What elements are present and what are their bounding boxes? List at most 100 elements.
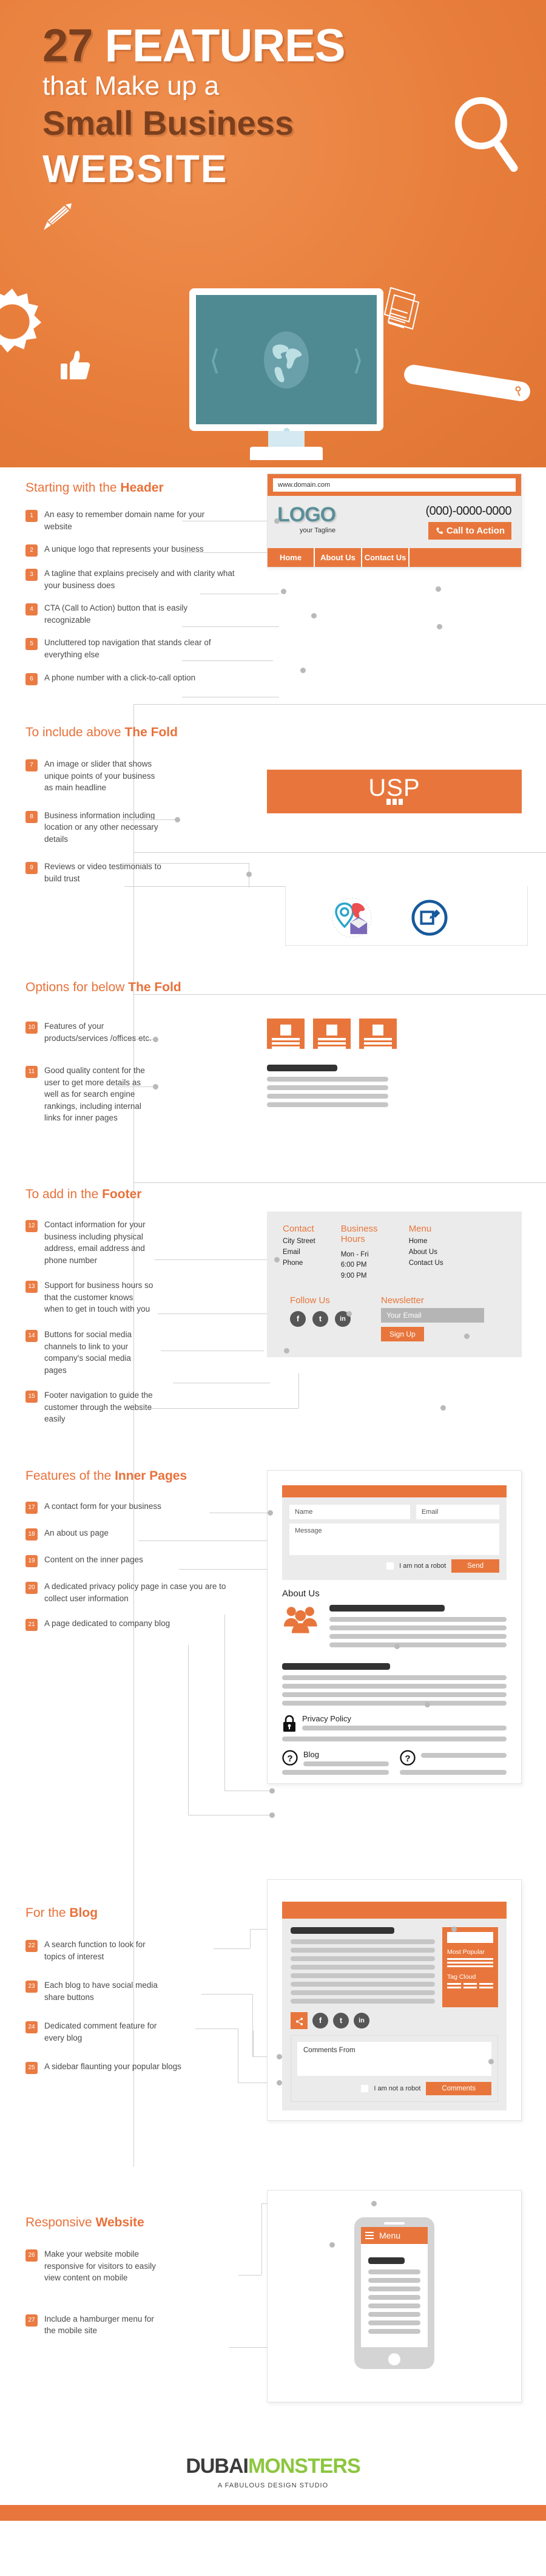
contact-message-textarea[interactable]: Message	[289, 1524, 499, 1555]
feature-number: 6	[25, 673, 38, 685]
footer-hours-days: Mon - Fri	[340, 1250, 369, 1258]
hamburger-menu-icon[interactable]	[365, 2230, 374, 2241]
feature-number: 27	[25, 2314, 38, 2327]
feature-text: Dedicated comment feature for every blog	[44, 2021, 157, 2042]
chevron-left-icon: ⟨	[209, 344, 220, 376]
feature-item: 26 Make your website mobile responsive fo…	[25, 2248, 244, 2284]
contact-name-input[interactable]: Name	[289, 1505, 410, 1519]
blog-search-input[interactable]	[447, 1932, 493, 1943]
feature-text: A tagline that explains precisely and wi…	[44, 569, 235, 590]
hero-number: 27	[42, 20, 93, 72]
feature-number: 19	[25, 1555, 38, 1567]
trust-icons-panel	[285, 886, 528, 946]
robot-checkbox[interactable]	[386, 1562, 394, 1570]
feature-item: 18 An about us page	[25, 1527, 244, 1541]
facebook-icon[interactable]: f	[312, 2013, 328, 2029]
feature-item: 27 Include a hamburger menu for the mobil…	[25, 2313, 244, 2337]
brand-logo: DUBAIMONSTERS	[0, 2455, 546, 2478]
site-logo: LOGO	[277, 503, 336, 526]
twitter-icon[interactable]: t	[333, 2013, 349, 2029]
feature-text: Uncluttered top navigation that stands c…	[44, 638, 211, 659]
nav-item-contact[interactable]: Contact Us	[362, 548, 410, 567]
linkedin-icon[interactable]: in	[354, 2013, 369, 2029]
footer-link-about[interactable]: About Us	[409, 1247, 443, 1258]
feature-item: 21 A page dedicated to company blog	[25, 1618, 244, 1632]
people-icon	[283, 1607, 317, 1633]
footer-link-contact[interactable]: Contact Us	[409, 1258, 443, 1269]
footer-contact-heading: Contact	[283, 1224, 314, 1234]
mock-responsive-panel: Menu	[267, 2190, 522, 2402]
feature-number: 20	[25, 1582, 38, 1594]
feature-number: 10	[25, 1022, 38, 1034]
privacy-policy-label: Privacy Policy	[302, 1714, 351, 1723]
robot-checkbox[interactable]	[361, 2085, 369, 2092]
newsletter-email-input[interactable]: Your Email	[381, 1307, 484, 1323]
call-to-action-button[interactable]: Call to Action	[428, 522, 511, 540]
feature-text: An image or slider that shows unique poi…	[44, 759, 155, 793]
feature-item: 4 CTA (Call to Action) button that is eas…	[25, 602, 244, 626]
feature-item: 14 Buttons for social media channels to l…	[25, 1329, 244, 1376]
feature-number: 23	[25, 1981, 38, 1993]
mobile-menu-bar[interactable]: Menu	[361, 2227, 428, 2244]
feature-cards-mock	[267, 1019, 534, 1049]
phone-icon	[436, 527, 443, 534]
gear-icon	[0, 282, 52, 361]
section-heading-above-fold: To include above The Fold	[25, 725, 178, 739]
section-heading-below-fold: Options for below The Fold	[25, 980, 181, 994]
footer-link-home[interactable]: Home	[409, 1236, 443, 1247]
slider-dots[interactable]	[267, 797, 522, 808]
question-mark-icon: ?	[282, 1750, 298, 1766]
feature-item: 22 A search function to look for topics o…	[25, 1939, 244, 1962]
footer-newsletter-heading: Newsletter	[381, 1295, 424, 1306]
facebook-icon[interactable]: f	[290, 1310, 306, 1327]
feature-number: 22	[25, 1940, 38, 1952]
feature-text: Contact information for your business in…	[44, 1220, 146, 1265]
most-popular-heading: Most Popular	[447, 1948, 485, 1956]
feature-item: 2 A unique logo that represents your busi…	[25, 543, 244, 557]
newsletter-signup-button[interactable]: Sign Up	[381, 1326, 424, 1341]
footer-hours-heading: Business Hours	[340, 1224, 378, 1245]
about-us-heading: About Us	[282, 1588, 320, 1599]
thumbs-up-icon	[61, 349, 91, 382]
feature-number: 4	[25, 603, 38, 616]
feature-card	[267, 1019, 305, 1049]
section-responsive: Responsive Website 26 Make your website m…	[0, 2167, 546, 2428]
feature-item: 8 Business information including location…	[25, 810, 244, 846]
feature-text: Footer navigation to guide the customer …	[44, 1391, 153, 1424]
robot-label: I am not a robot	[399, 1562, 447, 1570]
feature-text: Content on the inner pages	[44, 1555, 143, 1564]
header-phone-number[interactable]: (000)-0000-0000	[426, 504, 512, 518]
mock-website-footer: Contact City Street Email Phone Business…	[267, 1212, 522, 1357]
feature-item: 10 Features of your products/services /of…	[25, 1020, 244, 1044]
section-heading-inner-pages: Features of the Inner Pages	[25, 1469, 187, 1483]
magnifier-icon	[449, 97, 522, 188]
mock-top-navigation: Home About Us Contact Us	[268, 548, 521, 567]
nav-item-about[interactable]: About Us	[315, 548, 362, 567]
section-heading-header: Starting with the Header	[25, 481, 164, 495]
feature-number: 13	[25, 1281, 38, 1293]
chevron-right-icon: ⟩	[352, 344, 363, 376]
share-icon[interactable]	[291, 2012, 308, 2029]
contact-email-input[interactable]: Email	[416, 1505, 499, 1519]
brand-tagline: A FABULOUS DESIGN STUDIO	[217, 2482, 329, 2489]
section-blog: For the Blog 22 A search function to look…	[0, 1869, 546, 2167]
feature-number: 17	[25, 1502, 38, 1514]
nav-item-home[interactable]: Home	[268, 548, 315, 567]
feature-item: 17 A contact form for your business	[25, 1500, 244, 1514]
svg-text:?: ?	[405, 1754, 410, 1764]
feature-text: A page dedicated to company blog	[44, 1619, 170, 1629]
comments-textarea[interactable]: Comments From	[297, 2042, 491, 2076]
feature-item: 13 Support for business hours so that the…	[25, 1280, 244, 1315]
content-text-mock	[267, 1065, 388, 1107]
blog-top-bar	[282, 1902, 507, 1919]
feature-number: 21	[25, 1619, 38, 1632]
feature-number: 25	[25, 2062, 38, 2075]
twitter-icon[interactable]: t	[312, 1310, 328, 1327]
hero-line-1: 27 FEATURES	[42, 23, 528, 69]
comments-button[interactable]: Comments	[426, 2082, 491, 2095]
footer-menu-col: Menu Home About Us Contact Us	[409, 1224, 443, 1282]
url-field[interactable]: www.domain.com	[273, 478, 516, 492]
send-button[interactable]: Send	[451, 1559, 499, 1573]
section-below-fold: Options for below The Fold 10 Features of…	[0, 947, 546, 1178]
footer-email: Email	[283, 1248, 300, 1256]
